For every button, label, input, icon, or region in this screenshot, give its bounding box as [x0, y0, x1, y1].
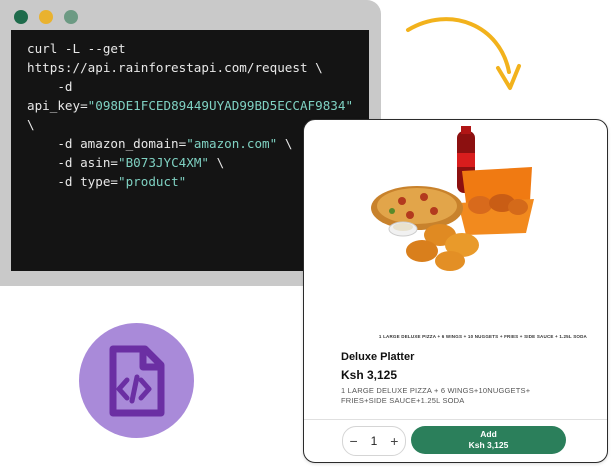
code-text: -d type= — [27, 174, 118, 189]
product-image — [371, 126, 534, 271]
product-card: 1 LARGE DELUXE PIZZA + 6 WINGS + 10 NUGG… — [303, 119, 608, 463]
increment-button[interactable]: + — [390, 433, 398, 449]
code-text: -d — [27, 79, 73, 94]
add-to-cart-button[interactable]: Add Ksh 3,125 — [411, 426, 566, 454]
code-text: api_key= — [27, 98, 88, 113]
window-controls — [14, 10, 78, 24]
curved-arrow-icon — [406, 17, 521, 90]
code-text: -d asin= — [27, 155, 118, 170]
code-text: \ — [277, 136, 293, 151]
product-description: 1 LARGE DELUXE PIZZA + 6 WINGS+10NUGGETS… — [341, 386, 531, 405]
code-string: "098DE1FCED89449UYAD99BD5ECCAF9834" — [87, 98, 354, 113]
close-dot[interactable] — [14, 10, 28, 24]
code-text: curl -L --get — [27, 41, 126, 56]
code-string: "product" — [118, 174, 187, 189]
code-file-icon — [109, 345, 165, 417]
product-name: Deluxe Platter — [341, 351, 415, 363]
decrement-button[interactable]: − — [349, 433, 357, 449]
product-tagline: 1 LARGE DELUXE PIZZA + 6 WINGS + 10 NUGG… — [378, 334, 587, 339]
code-string: "B073JYC4XM" — [118, 155, 209, 170]
code-text: -d amazon_domain= — [27, 136, 187, 151]
code-file-badge — [79, 323, 194, 438]
add-button-label: Add — [480, 429, 497, 439]
code-text: \ — [27, 117, 35, 132]
code-text: \ — [209, 155, 225, 170]
code-text: https://api.rainforestapi.com/request \ — [27, 60, 323, 75]
quantity-stepper: − 1 + — [342, 426, 406, 456]
maximize-dot[interactable] — [64, 10, 78, 24]
add-button-price: Ksh 3,125 — [468, 440, 509, 450]
divider — [304, 419, 607, 420]
minimize-dot[interactable] — [39, 10, 53, 24]
code-string: "amazon.com" — [186, 136, 278, 151]
product-price: Ksh 3,125 — [341, 368, 398, 382]
quantity-value: 1 — [370, 434, 378, 448]
